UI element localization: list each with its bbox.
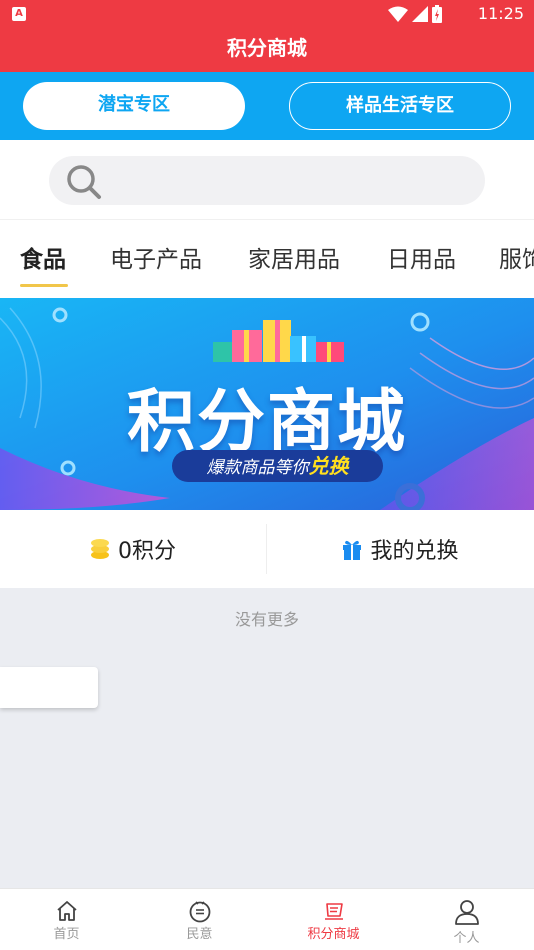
my-exchange-button[interactable]: 我的兑换: [267, 510, 534, 588]
nav-home[interactable]: 首页: [0, 889, 133, 950]
category-tabs: 食品 电子产品 家居用品 日用品 服饰: [0, 220, 534, 298]
search-area: [0, 140, 534, 220]
battery-icon: [432, 5, 442, 23]
nav-profile-label: 个人: [453, 931, 480, 946]
coins-icon: [91, 539, 109, 559]
status-bar: A 11:25: [0, 0, 534, 28]
nav-opinion-label: 民意: [186, 927, 213, 942]
nav-home-label: 首页: [53, 927, 80, 942]
opinion-icon: [189, 901, 210, 923]
banner-subtitle-highlight: 兑换: [308, 454, 349, 478]
status-time: 11:25: [477, 4, 524, 23]
nav-profile[interactable]: 个人: [400, 889, 533, 950]
notification-icon: A: [12, 7, 26, 21]
page-title: 积分商城: [0, 28, 534, 72]
zone-button-sample-life[interactable]: 样品生活专区: [289, 82, 511, 130]
signal-icon: [412, 6, 428, 22]
list-end-text: 没有更多: [234, 610, 299, 629]
tab-daily-goods[interactable]: 日用品: [387, 244, 456, 276]
bottom-nav: 首页 民意 积分商城 个人: [0, 888, 534, 950]
promo-banner[interactable]: 积分商城 爆款商品等你兑换: [0, 298, 534, 510]
banner-subtitle-text: 爆款商品等你: [206, 458, 309, 478]
wifi-icon: [388, 6, 408, 22]
tab-apparel[interactable]: 服饰: [499, 244, 534, 276]
zone-switch-bar: 潜宝专区 样品生活专区: [0, 72, 534, 140]
nav-mall[interactable]: 积分商城: [267, 889, 400, 950]
active-tab-indicator: [20, 284, 68, 287]
my-points[interactable]: 0积分: [0, 510, 266, 588]
nav-mall-label: 积分商城: [307, 927, 360, 942]
mall-icon: [324, 903, 343, 920]
person-icon: [454, 900, 479, 925]
status-icons: [388, 5, 442, 23]
banner-subtitle: 爆款商品等你兑换: [172, 450, 383, 482]
points-bar: 0积分 我的兑换: [0, 510, 534, 588]
floating-card[interactable]: [0, 667, 98, 708]
search-box[interactable]: [49, 156, 485, 205]
search-icon: [67, 165, 101, 199]
points-value: 0积分: [118, 539, 176, 564]
nav-opinion[interactable]: 民意: [133, 889, 266, 950]
search-input[interactable]: [111, 164, 471, 196]
gift-icon: [343, 540, 362, 560]
tab-home-goods[interactable]: 家居用品: [248, 244, 340, 276]
tab-food[interactable]: 食品: [20, 244, 66, 276]
zone-button-treasure[interactable]: 潜宝专区: [23, 82, 245, 130]
home-icon: [56, 901, 77, 921]
tab-electronics[interactable]: 电子产品: [110, 244, 202, 276]
my-exchange-label: 我的兑换: [370, 539, 459, 564]
